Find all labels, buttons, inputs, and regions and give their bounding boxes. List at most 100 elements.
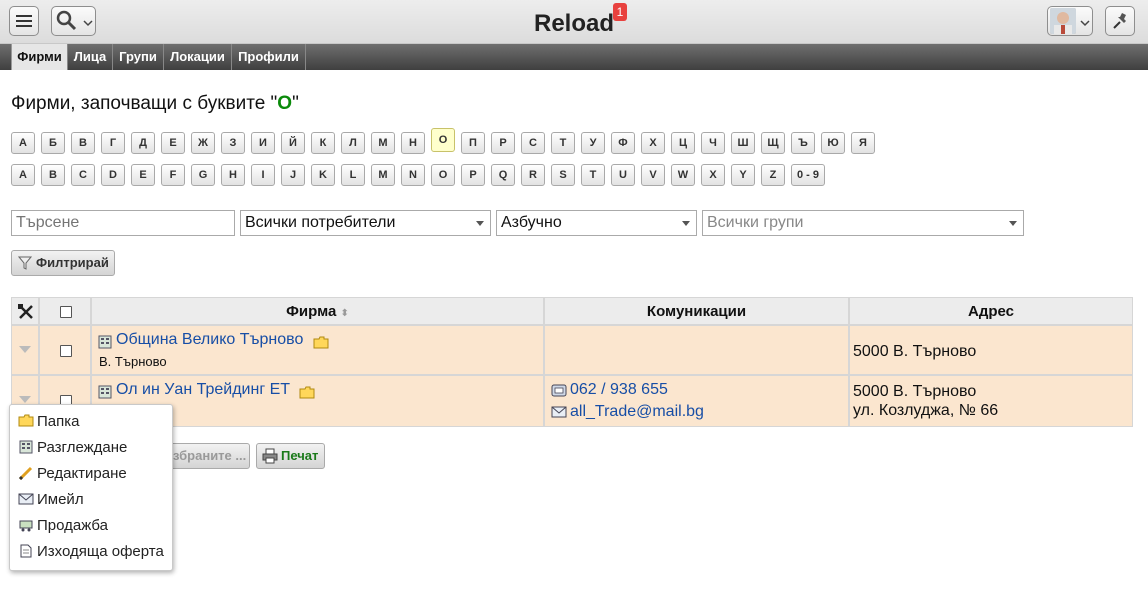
cyrillic-letter-button[interactable]: Ю	[821, 132, 845, 154]
cyrillic-letter-button[interactable]: Ж	[191, 132, 215, 154]
latin-letter-button[interactable]: G	[191, 164, 215, 186]
cyrillic-letter-button[interactable]: Ц	[671, 132, 695, 154]
cyrillic-letter-button[interactable]: Г	[101, 132, 125, 154]
tab-locations[interactable]: Локации	[164, 44, 232, 70]
latin-letter-button[interactable]: M	[371, 164, 395, 186]
latin-letter-button[interactable]: X	[701, 164, 725, 186]
cyrillic-letter-button[interactable]: Ш	[731, 132, 755, 154]
tab-firms[interactable]: Фирми	[11, 44, 68, 70]
notification-badge[interactable]: 1	[613, 3, 627, 21]
cyrillic-letter-button[interactable]: А	[11, 132, 35, 154]
company-link[interactable]: Ол ин Уан Трейдинг ЕТ	[116, 381, 290, 399]
cyrillic-letter-button[interactable]: Ъ	[791, 132, 815, 154]
tab-profiles[interactable]: Профили	[232, 44, 306, 70]
latin-letter-button[interactable]: A	[11, 164, 35, 186]
company-link[interactable]: Община Велико Търново	[116, 331, 303, 349]
latin-letter-button[interactable]: P	[461, 164, 485, 186]
cyrillic-letter-button[interactable]: У	[581, 132, 605, 154]
menu-item-email[interactable]: Имейл	[18, 489, 84, 513]
latin-letter-button[interactable]: L	[341, 164, 365, 186]
filter-button[interactable]: Филтрирай	[11, 250, 115, 276]
pencil-icon	[18, 466, 33, 480]
folder-icon[interactable]	[299, 386, 315, 399]
latin-letter-button[interactable]: C	[71, 164, 95, 186]
latin-letter-button[interactable]: I	[251, 164, 275, 186]
cyrillic-letter-button[interactable]: В	[71, 132, 95, 154]
tab-bar: Фирми Лица Групи Локации Профили	[0, 44, 1148, 70]
latin-letter-button[interactable]: N	[401, 164, 425, 186]
cyrillic-letter-button[interactable]: О	[431, 128, 455, 152]
pin-button[interactable]	[1105, 6, 1135, 36]
cyrillic-letter-button[interactable]: Ф	[611, 132, 635, 154]
latin-letter-button[interactable]: K	[311, 164, 335, 186]
cyrillic-letter-button[interactable]: М	[371, 132, 395, 154]
cyrillic-letter-button[interactable]: Ч	[701, 132, 725, 154]
cyrillic-letter-button[interactable]: Е	[161, 132, 185, 154]
phone-link[interactable]: 062 / 938 655	[570, 381, 668, 399]
cyrillic-letter-button[interactable]: Х	[641, 132, 665, 154]
cyrillic-letter-button[interactable]: П	[461, 132, 485, 154]
company-column-header[interactable]: Фирма ⬍	[91, 297, 544, 325]
latin-letter-button[interactable]: J	[281, 164, 305, 186]
users-select[interactable]: Всички потребители	[240, 210, 491, 236]
latin-letter-button[interactable]: Y	[731, 164, 755, 186]
company-cell: Община Велико Търново В. Търново	[91, 325, 544, 375]
print-button[interactable]: Печат	[256, 443, 325, 469]
cyrillic-letter-button[interactable]: Н	[401, 132, 425, 154]
row-checkbox[interactable]	[60, 345, 72, 357]
latin-letter-button[interactable]: F	[161, 164, 185, 186]
page-title-letter: О	[277, 93, 293, 114]
menu-item-outgoing-offer[interactable]: Изходяща оферта	[18, 541, 164, 565]
cyrillic-letter-button[interactable]: Б	[41, 132, 65, 154]
latin-letter-button[interactable]: E	[131, 164, 155, 186]
user-menu-button[interactable]	[1047, 6, 1093, 36]
phone-icon	[551, 384, 567, 397]
cyrillic-letter-button[interactable]: Щ	[761, 132, 785, 154]
cyrillic-letter-button[interactable]: Р	[491, 132, 515, 154]
selected-actions-button[interactable]: збраните ...	[160, 443, 250, 469]
latin-letter-button[interactable]: U	[611, 164, 635, 186]
cyrillic-letter-button[interactable]: Т	[551, 132, 575, 154]
cyrillic-letter-button[interactable]: Й	[281, 132, 305, 154]
tab-people[interactable]: Лица	[68, 44, 113, 70]
latin-letter-button[interactable]: W	[671, 164, 695, 186]
cyrillic-letter-button[interactable]: С	[521, 132, 545, 154]
cyrillic-letter-button[interactable]: Л	[341, 132, 365, 154]
row-actions-icon[interactable]	[19, 396, 31, 403]
latin-letter-button[interactable]: V	[641, 164, 665, 186]
latin-letter-button[interactable]: B	[41, 164, 65, 186]
sort-icon: ⬍	[340, 308, 349, 319]
row-actions-icon[interactable]	[19, 346, 31, 353]
menu-item-folder[interactable]: Папка	[18, 411, 79, 435]
cyrillic-letter-button[interactable]: Д	[131, 132, 155, 154]
latin-letter-button[interactable]: S	[551, 164, 575, 186]
latin-letter-button[interactable]: Q	[491, 164, 515, 186]
email-link[interactable]: all_Trade@mail.bg	[570, 403, 704, 421]
latin-letter-button[interactable]: R	[521, 164, 545, 186]
latin-letter-button[interactable]: 0 - 9	[791, 164, 825, 186]
cyrillic-letter-button[interactable]: З	[221, 132, 245, 154]
latin-letter-button[interactable]: O	[431, 164, 455, 186]
tools-header	[11, 297, 39, 325]
cyrillic-letter-button[interactable]: Я	[851, 132, 875, 154]
cyrillic-letter-button[interactable]: И	[251, 132, 275, 154]
latin-letter-button[interactable]: T	[581, 164, 605, 186]
menu-item-edit[interactable]: Редактиране	[18, 463, 127, 487]
latin-letter-button[interactable]: Z	[761, 164, 785, 186]
company-city: В. Търново	[99, 354, 167, 369]
order-select[interactable]: Азбучно	[496, 210, 697, 236]
printer-icon	[262, 448, 278, 464]
menu-item-view[interactable]: Разглеждане	[18, 437, 127, 461]
latin-letter-button[interactable]: D	[101, 164, 125, 186]
folder-icon[interactable]	[313, 336, 329, 349]
cyrillic-letter-button[interactable]: К	[311, 132, 335, 154]
menu-item-sale[interactable]: Продажба	[18, 515, 108, 539]
select-all-checkbox[interactable]	[60, 306, 72, 318]
groups-select[interactable]: Всички групи	[702, 210, 1024, 236]
latin-letter-button[interactable]: H	[221, 164, 245, 186]
address-line: 5000 В. Търново	[853, 343, 977, 360]
row-context-menu: Папка Разглеждане Редактиране Имейл Прод…	[9, 404, 173, 571]
search-input[interactable]	[11, 210, 235, 236]
tab-groups[interactable]: Групи	[113, 44, 164, 70]
print-button-label: Печат	[281, 448, 319, 463]
